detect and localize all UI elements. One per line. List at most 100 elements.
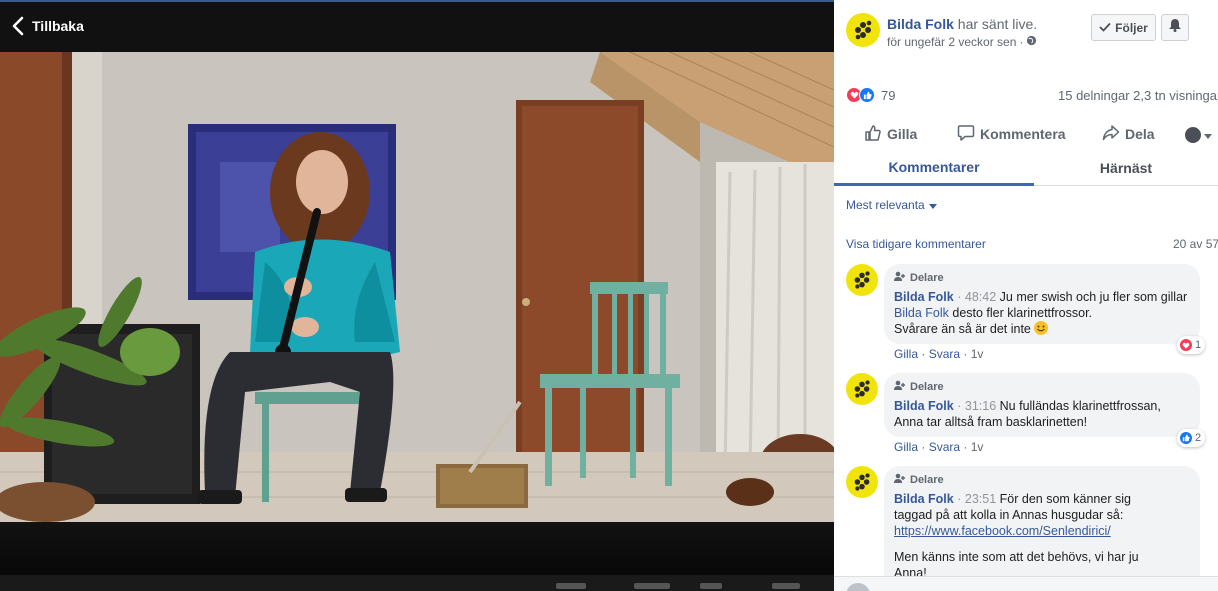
post-header: Bilda Folk har sänt live. för ungefär 2 … xyxy=(846,13,1037,51)
comment-reaction-summary[interactable]: 2 xyxy=(1177,429,1206,447)
smile-emoji-icon xyxy=(1034,321,1049,335)
page-name-link[interactable]: Bilda Folk xyxy=(887,16,954,32)
caret-down-icon xyxy=(1204,126,1212,144)
comment-reaction-summary[interactable]: 1 xyxy=(1177,336,1206,354)
comment-video-time[interactable]: 31:16 xyxy=(965,399,996,413)
comment-button[interactable]: Kommentera xyxy=(957,120,1066,148)
video-controls-area xyxy=(0,522,834,591)
comment-text: Anna tar alltså fram basklarinetten! xyxy=(894,415,1088,429)
comment-bubble: Delare Bilda Folk · 23:51 För den som kä… xyxy=(884,466,1200,591)
comment-reply-link[interactable]: Svara xyxy=(929,440,960,454)
reaction-count[interactable]: 79 xyxy=(881,88,895,103)
comment-reaction-count: 1 xyxy=(1195,339,1202,351)
comment-text: Men känns inte som att det behövs, vi ha… xyxy=(894,550,1139,564)
tab-comments[interactable]: Kommentarer xyxy=(834,150,1034,186)
comment-actions: Gilla · Svara · 1v xyxy=(894,440,983,454)
share-button[interactable]: Dela xyxy=(1102,120,1155,148)
video-pane: Tillbaka xyxy=(0,0,834,591)
page-avatar[interactable] xyxy=(846,13,880,47)
separator-dot: · xyxy=(963,347,968,361)
follow-button[interactable]: Följer xyxy=(1091,14,1156,41)
commenter-avatar[interactable] xyxy=(846,264,878,296)
separator-dot: · xyxy=(957,492,962,506)
page-role-icon xyxy=(894,270,906,286)
page-role-icon xyxy=(894,379,906,395)
comment-body: Bilda Folk · 31:16 Nu fulländas klarinet… xyxy=(894,398,1190,430)
globe-icon xyxy=(1026,33,1037,51)
love-reaction-icon xyxy=(1179,338,1193,352)
comment-icon xyxy=(957,124,975,145)
separator-dot: · xyxy=(921,440,926,454)
comment-text: taggad på att kolla in Annas husgudar så… xyxy=(894,508,1124,522)
comment-like-link[interactable]: Gilla xyxy=(894,440,918,454)
post-meta: Bilda Folk har sänt live. för ungefär 2 … xyxy=(887,13,1037,51)
commenter-avatar[interactable] xyxy=(846,466,878,498)
comment-age[interactable]: 1v xyxy=(971,440,984,454)
viewer-identity-select[interactable] xyxy=(1185,126,1212,144)
comment-author[interactable]: Bilda Folk xyxy=(894,399,954,413)
notifications-button[interactable] xyxy=(1161,14,1189,41)
chevron-left-icon xyxy=(12,16,24,36)
separator-dot: · xyxy=(957,290,962,304)
caret-down-icon xyxy=(928,198,937,212)
comment-composer[interactable] xyxy=(834,576,1218,591)
comment-text: För den som känner sig xyxy=(999,492,1131,506)
tab-next[interactable]: Härnäst xyxy=(1034,150,1218,186)
comment-reply-link[interactable]: Svara xyxy=(929,347,960,361)
separator-dot: · xyxy=(963,440,968,454)
commenter-avatar[interactable] xyxy=(846,373,878,405)
comment-url-link[interactable]: https://www.facebook.com/Senlendirici/ xyxy=(894,524,1111,538)
view-previous-comments-link[interactable]: Visa tidigare kommentarer xyxy=(846,237,986,251)
bell-icon xyxy=(1168,18,1182,37)
reaction-icons[interactable] xyxy=(846,87,875,103)
separator-dot: · xyxy=(1019,35,1024,49)
share-icon xyxy=(1102,124,1120,145)
comment-author[interactable]: Bilda Folk xyxy=(894,492,954,506)
post-time-line: för ungefär 2 veckor sen · xyxy=(887,33,1037,51)
comment-like-link[interactable]: Gilla xyxy=(894,347,918,361)
post-timestamp[interactable]: för ungefär 2 veckor sen xyxy=(887,33,1016,51)
comment-body: Bilda Folk · 23:51 För den som känner si… xyxy=(894,491,1190,581)
tab-bar: Kommentarer Härnäst xyxy=(834,150,1218,186)
control-indicator xyxy=(634,583,670,589)
comment-text: Svårare än så är det inte xyxy=(894,322,1031,336)
comment-text: Ju mer swish och ju fler som gillar xyxy=(999,290,1188,304)
comment-bubble: Delare Bilda Folk · 31:16 Nu fulländas k… xyxy=(884,373,1200,437)
page-role-badge: Delare xyxy=(894,472,1190,488)
separator-dot: · xyxy=(921,347,926,361)
page-role-badge: Delare xyxy=(894,379,1190,395)
like-reaction-icon xyxy=(1179,431,1193,445)
comment-bubble: Delare Bilda Folk · 48:42 Ju mer swish o… xyxy=(884,264,1200,344)
comment-video-time[interactable]: 23:51 xyxy=(965,492,996,506)
action-row: Gilla Kommentera Dela xyxy=(834,120,1218,148)
share-label: Dela xyxy=(1125,126,1155,142)
comment-text: desto fler klarinettfrossor. xyxy=(952,306,1093,320)
comment-video-time[interactable]: 48:42 xyxy=(965,290,996,304)
comment-counter: 20 av 57 xyxy=(1173,237,1218,251)
post-action-text: har sänt live. xyxy=(957,16,1038,32)
composer-avatar xyxy=(846,583,870,591)
top-edge-line xyxy=(0,0,834,2)
sort-label: Mest relevanta xyxy=(846,198,925,212)
viewer-avatar xyxy=(1185,127,1201,143)
video-controls[interactable] xyxy=(0,575,834,591)
control-indicator xyxy=(556,583,586,589)
like-icon xyxy=(864,124,882,145)
post-title-line: Bilda Folk har sänt live. xyxy=(887,15,1037,33)
comment-sort-dropdown[interactable]: Mest relevanta xyxy=(846,198,937,212)
comment-body: Bilda Folk · 48:42 Ju mer swish och ju f… xyxy=(894,289,1190,337)
video-player[interactable] xyxy=(0,52,834,522)
comment-mention[interactable]: Bilda Folk xyxy=(894,306,949,320)
comment-author[interactable]: Bilda Folk xyxy=(894,290,954,304)
comment-label: Kommentera xyxy=(980,126,1066,142)
comment-age[interactable]: 1v xyxy=(971,347,984,361)
control-indicator xyxy=(772,583,800,589)
like-button[interactable]: Gilla xyxy=(864,120,917,148)
video-top-bar: Tillbaka xyxy=(0,0,834,52)
back-button[interactable]: Tillbaka xyxy=(12,14,84,38)
reactions-row: 79 15 delningar 2,3 tn visningar xyxy=(846,86,1218,106)
side-panel: Bilda Folk har sänt live. för ungefär 2 … xyxy=(834,0,1218,591)
page-role-icon xyxy=(894,472,906,488)
comment-reaction-count: 2 xyxy=(1195,432,1202,444)
badge-label: Delare xyxy=(910,272,944,284)
